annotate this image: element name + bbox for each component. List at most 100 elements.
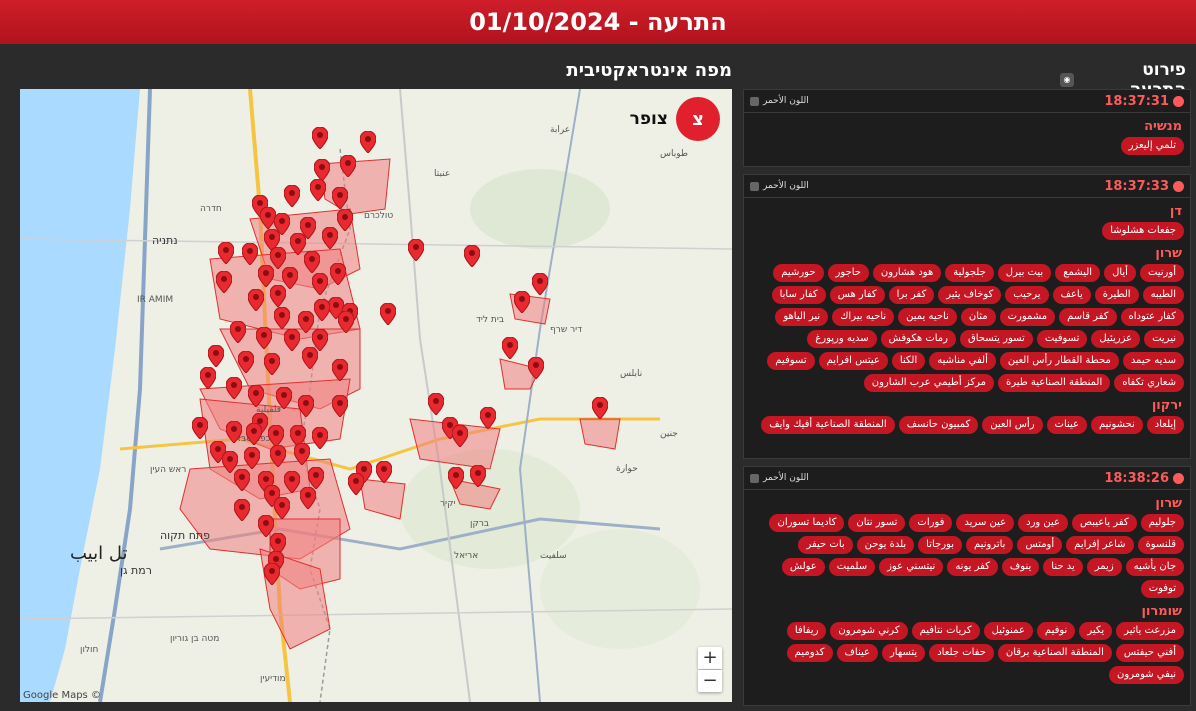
location-chip[interactable]: بيت بيرل [997, 264, 1052, 282]
location-chip[interactable]: ناحيه بيراك [832, 308, 895, 326]
map-pin-icon[interactable] [274, 497, 290, 519]
map-pin-icon[interactable] [532, 273, 548, 295]
map-pin-icon[interactable] [242, 243, 258, 265]
location-chip[interactable]: محطة القطار رأس العين [999, 352, 1119, 370]
map-pin-icon[interactable] [464, 245, 480, 267]
location-chip[interactable]: ياعف [1052, 286, 1091, 304]
map-pin-icon[interactable] [248, 289, 264, 311]
map-pin-icon[interactable] [274, 307, 290, 329]
location-chip[interactable]: عين ورد [1018, 514, 1068, 532]
map-pin-icon[interactable] [226, 421, 242, 443]
location-chip[interactable]: نيتسني عوز [879, 558, 944, 576]
map-pin-icon[interactable] [234, 499, 250, 521]
map-pin-icon[interactable] [480, 407, 496, 429]
map-pin-icon[interactable] [514, 291, 530, 313]
map-pin-icon[interactable] [428, 393, 444, 415]
map-pin-icon[interactable] [332, 359, 348, 381]
map-pin-icon[interactable] [248, 385, 264, 407]
location-chip[interactable]: كاديما تسوران [769, 514, 845, 532]
location-chip[interactable]: حورشيم [773, 264, 824, 282]
location-chip[interactable]: أورنيت [1139, 264, 1184, 282]
map-pin-icon[interactable] [348, 473, 364, 495]
location-chip[interactable]: بلدة يوحن [856, 536, 915, 554]
location-chip[interactable]: الطيرة [1094, 286, 1139, 304]
location-chip[interactable]: الكنا [891, 352, 926, 370]
location-chip[interactable]: مثان [960, 308, 996, 326]
map-pin-icon[interactable] [322, 227, 338, 249]
location-chip[interactable]: اليشمع [1055, 264, 1101, 282]
location-chip[interactable]: كفر برا [888, 286, 935, 304]
location-chip[interactable]: رأس العين [982, 416, 1043, 434]
sound-icon[interactable] [750, 96, 759, 106]
location-chip[interactable]: زيمر [1086, 558, 1122, 576]
map-pin-icon[interactable] [340, 155, 356, 177]
map-pin-icon[interactable] [360, 131, 376, 153]
location-chip[interactable]: كفر ياعيبص [1072, 514, 1137, 532]
location-chip[interactable]: أومتس [1017, 536, 1063, 554]
map-pin-icon[interactable] [284, 185, 300, 207]
location-chip[interactable]: عمنوئيل [983, 622, 1033, 640]
map-pin-icon[interactable] [312, 427, 328, 449]
location-chip[interactable]: كرني شومرون [830, 622, 908, 640]
map-pin-icon[interactable] [268, 425, 284, 447]
map-pin-icon[interactable] [264, 353, 280, 375]
map-pin-icon[interactable] [270, 445, 286, 467]
location-chip[interactable]: رمات هكوفش [880, 330, 956, 348]
location-chip[interactable]: عولش [781, 558, 825, 576]
location-chip[interactable]: يد حنا [1043, 558, 1083, 576]
location-chip[interactable]: نوفيم [1036, 622, 1076, 640]
map-attribution[interactable]: Google Maps © [23, 690, 101, 701]
map-pin-icon[interactable] [246, 423, 262, 445]
map-pin-icon[interactable] [408, 239, 424, 261]
zoom-in-button[interactable]: + [698, 647, 722, 669]
map-pin-icon[interactable] [244, 447, 260, 469]
location-chip[interactable]: المنطقة الصناعية طيرة [998, 374, 1111, 392]
location-chip[interactable]: المنطقة الصناعية أفيك وايف [761, 416, 895, 434]
location-chip[interactable]: أفني حيفتس [1115, 644, 1184, 662]
map-pin-icon[interactable] [337, 209, 353, 231]
location-chip[interactable]: تسوفيم [767, 352, 815, 370]
map-pin-icon[interactable] [226, 377, 242, 399]
location-chip[interactable]: فورات [909, 514, 953, 532]
map-pin-icon[interactable] [230, 321, 246, 343]
sound-icon[interactable] [750, 181, 759, 191]
map-pin-icon[interactable] [308, 467, 324, 489]
map-pin-icon[interactable] [592, 397, 608, 419]
location-chip[interactable]: عزريئيل [1091, 330, 1141, 348]
map-pin-icon[interactable] [452, 425, 468, 447]
location-chip[interactable]: نير الياهو [775, 308, 829, 326]
map-pin-icon[interactable] [380, 303, 396, 325]
location-chip[interactable]: سديه ورپورغ [807, 330, 877, 348]
location-chip[interactable]: المنطقة الصناعية برقان [997, 644, 1112, 662]
location-chip[interactable]: كفار سابا [771, 286, 826, 304]
map-pin-icon[interactable] [256, 327, 272, 349]
map-pin-icon[interactable] [330, 263, 346, 285]
map-pin-icon[interactable] [332, 395, 348, 417]
map-pin-icon[interactable] [208, 345, 224, 367]
location-chip[interactable]: عينات [1046, 416, 1088, 434]
location-chip[interactable]: توفوت [1140, 580, 1184, 598]
location-chip[interactable]: حفات جلعاد [929, 644, 994, 662]
location-chip[interactable]: عين سريد [956, 514, 1015, 532]
map-pin-icon[interactable] [502, 337, 518, 359]
map-pin-icon[interactable] [298, 395, 314, 417]
location-chip[interactable]: ينوف [1001, 558, 1040, 576]
map-pin-icon[interactable] [238, 351, 254, 373]
location-chip[interactable]: جان يأشيه [1125, 558, 1184, 576]
location-chip[interactable]: سديه حيمد [1122, 352, 1184, 370]
location-chip[interactable]: هود هشارون [872, 264, 942, 282]
map-pin-icon[interactable] [294, 443, 310, 465]
map-pin-icon[interactable] [314, 299, 330, 321]
map-pin-icon[interactable] [270, 285, 286, 307]
map-pin-icon[interactable] [314, 159, 330, 181]
location-chip[interactable]: شاعر إفرايم [1066, 536, 1134, 554]
location-chip[interactable]: جفعات هشلوشا [1102, 222, 1184, 240]
location-chip[interactable]: عيناف [836, 644, 878, 662]
location-chip[interactable]: إيلعاد [1146, 416, 1184, 434]
location-chip[interactable]: كمبيون حانسف [898, 416, 979, 434]
map-pin-icon[interactable] [302, 347, 318, 369]
location-chip[interactable]: تسور نتان [848, 514, 906, 532]
location-chip[interactable]: بات حيفر [798, 536, 853, 554]
location-chip[interactable]: عيتس افرايم [818, 352, 888, 370]
location-chip[interactable]: كفار هس [829, 286, 885, 304]
